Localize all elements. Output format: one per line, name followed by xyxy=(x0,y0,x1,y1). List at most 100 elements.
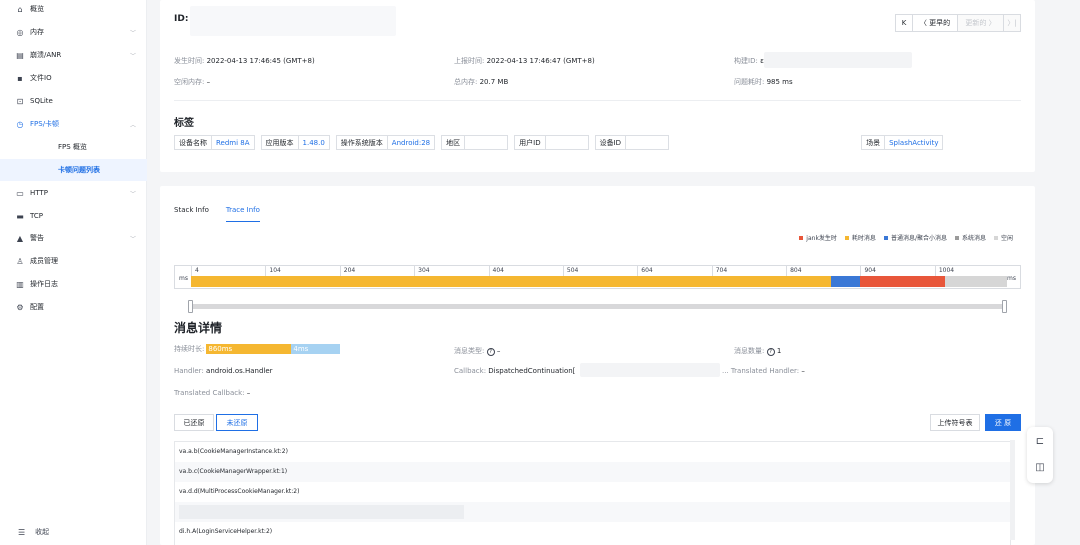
timeline-segment[interactable] xyxy=(945,276,1007,287)
time-tick: 904 xyxy=(860,266,876,276)
issue-pager: K 〈 更早的 更新的 〉 〉| xyxy=(895,14,1021,32)
sidebar-item-http[interactable]: ▭ HTTP ﹀ xyxy=(0,182,147,204)
legend-item: 系统消息 xyxy=(954,233,986,242)
translated-handler: ... Translated Handler: – xyxy=(722,367,805,375)
message-timeline: ms ms 4 104 204 304 404 504 604 704 804 904 1004 xyxy=(174,265,1021,289)
legend-item: jank发生时 xyxy=(799,233,837,242)
time-tick: 604 xyxy=(637,266,653,276)
sidebar-item-fps[interactable]: ◷ FPS/卡顿 ︿ xyxy=(0,113,147,135)
help-icon[interactable]: ? xyxy=(766,348,775,356)
older-issue-button[interactable]: 〈 更早的 xyxy=(912,14,958,32)
time-tick: 504 xyxy=(562,266,578,276)
callback-redacted xyxy=(580,363,720,377)
book-icon[interactable]: ◫ xyxy=(1034,461,1046,473)
newer-issue-button[interactable]: 更新的 〉 xyxy=(957,14,1004,32)
first-issue-button[interactable]: K xyxy=(895,14,913,32)
timeline-segment[interactable] xyxy=(830,276,861,287)
crash-icon: ▤ xyxy=(16,50,24,60)
total-memory: 总内存: 20.7 MB xyxy=(454,78,509,86)
upload-symbols-button[interactable]: 上传符号表 xyxy=(930,414,980,431)
database-icon: ⊡ xyxy=(16,96,24,106)
chevron-down-icon: ﹀ xyxy=(130,190,137,198)
report-time: 上报时间: 2022-04-13 17:46:47 (GMT+8) xyxy=(454,57,595,65)
sidebar-item-file-io[interactable]: ▪ 文件IO xyxy=(0,67,147,89)
time-tick: 1004 xyxy=(934,266,954,276)
stack-frame: va.a.b(CookieManagerInstance.kt:2) xyxy=(179,448,288,455)
range-handle-end[interactable] xyxy=(1002,300,1007,313)
tab-trace-info[interactable]: Trace Info xyxy=(225,206,260,222)
sidebar-item-home[interactable]: ⌂ 概览 xyxy=(0,0,147,20)
panel-icon[interactable]: ⊏ xyxy=(1034,435,1046,447)
divider xyxy=(174,100,1021,101)
restore-button[interactable]: 还 原 xyxy=(985,414,1021,431)
timeline-segment[interactable] xyxy=(860,276,946,287)
file-io-icon: ▪ xyxy=(17,73,23,83)
home-icon: ⌂ xyxy=(17,4,23,14)
unrestored-filter-button[interactable]: 未还原 xyxy=(216,414,258,431)
id-value-redacted xyxy=(190,6,396,36)
sidebar-item-settings[interactable]: ⚙ 配置 xyxy=(0,296,147,318)
tab-stack-info[interactable]: Stack Info xyxy=(174,206,209,222)
settings-icon: ⚙ xyxy=(16,302,24,312)
sidebar-item-label: 成员管理 xyxy=(30,257,58,265)
restored-filter-button[interactable]: 已还原 xyxy=(174,414,214,431)
tag: 场景 SplashActivity xyxy=(861,135,944,150)
build-id: 构建ID: ε xyxy=(734,57,764,65)
sidebar-item-label: 操作日志 xyxy=(30,280,58,288)
timeline-bar[interactable] xyxy=(191,276,1007,287)
sidebar-item-label: FPS 概览 xyxy=(58,143,87,151)
time-scale: 4 104 204 304 404 504 604 704 804 904 1004 xyxy=(191,266,1007,276)
sidebar-item-label: 警告 xyxy=(30,234,44,242)
chevron-down-icon: ﹀ xyxy=(130,52,137,60)
range-slider[interactable] xyxy=(188,300,1007,313)
duration-row: 持续时长: 860ms 4ms xyxy=(174,344,341,354)
sidebar: ⌂ 概览 ◎ 内存 ﹀ ▤ 崩溃/ANR ﹀ ▪ 文件IO ⊡ SQLite ◷ FPS/卡顿 ︿ FPS 概… xyxy=(0,0,147,545)
tag: 地区 xyxy=(441,135,509,150)
tag-value xyxy=(546,136,588,149)
handler: Handler: android.os.Handler xyxy=(174,367,273,375)
stack-frame-redacted xyxy=(179,504,464,519)
tag: 操作系统版本 Android:28 xyxy=(335,135,436,150)
translated-callback: Translated Callback: – xyxy=(174,389,251,397)
sidebar-item-sub-7[interactable]: 卡顿问题列表 xyxy=(0,159,147,181)
sidebar-item-label: 卡顿问题列表 xyxy=(58,166,100,174)
sidebar-item-label: 文件IO xyxy=(30,74,52,82)
sidebar-item-memory[interactable]: ◎ 内存 ﹀ xyxy=(0,21,147,43)
sidebar-item-log[interactable]: ▥ 操作日志 xyxy=(0,273,147,295)
legend-swatch xyxy=(844,236,849,240)
timeline-segment[interactable] xyxy=(191,276,831,287)
timeline-legend: jank发生时 耗时消息 普通消息/聚合小消息 系统消息 空闲 xyxy=(799,233,1013,242)
legend-item: 普通消息/聚合小消息 xyxy=(883,233,947,242)
log-icon: ▥ xyxy=(16,279,24,289)
sidebar-item-database[interactable]: ⊡ SQLite xyxy=(0,90,147,112)
range-handle-start[interactable] xyxy=(188,300,193,313)
stack-frame: va.b.c(CookieManagerWrapper.kt:1) xyxy=(175,462,1010,482)
tag-key: 场景 xyxy=(862,136,886,149)
collapse-sidebar-button[interactable]: ☰ 收起 xyxy=(18,527,49,537)
sidebar-item-tcp[interactable]: ▬ TCP xyxy=(0,205,147,227)
time-tick: 204 xyxy=(339,266,355,276)
tags-title: 标签 xyxy=(174,118,194,129)
tag-key: 用户ID xyxy=(515,136,546,149)
duration-bar: 860ms 4ms xyxy=(206,344,341,354)
time-tick: 404 xyxy=(488,266,504,276)
sidebar-item-member[interactable]: ♙ 成员管理 xyxy=(0,250,147,272)
tag-value xyxy=(626,136,668,149)
unit-label-right: ms xyxy=(1007,275,1016,282)
message-type: 消息类型: ? – xyxy=(454,347,501,356)
stack-trace-list: va.a.b(CookieManagerInstance.kt:2) va.b.c… xyxy=(174,441,1011,545)
time-tick: 4 xyxy=(191,266,199,276)
stack-scrollbar[interactable] xyxy=(1010,440,1015,540)
detail-title: 消息详情 xyxy=(174,321,223,335)
callback: Callback: DispatchedContinuation[ xyxy=(454,367,576,375)
help-icon[interactable]: ? xyxy=(486,348,495,356)
sidebar-item-bell[interactable]: ▲ 警告 ﹀ xyxy=(0,227,147,249)
sidebar-item-crash[interactable]: ▤ 崩溃/ANR ﹀ xyxy=(0,44,147,66)
time-tick: 704 xyxy=(711,266,727,276)
legend-label: 空闲 xyxy=(1000,235,1013,242)
sidebar-item-sub-6[interactable]: FPS 概览 xyxy=(0,136,147,158)
last-issue-button[interactable]: 〉| xyxy=(1003,14,1021,32)
free-memory: 空闲内存: – xyxy=(174,78,211,86)
sidebar-item-label: TCP xyxy=(30,212,43,220)
legend-item: 空闲 xyxy=(993,233,1013,242)
